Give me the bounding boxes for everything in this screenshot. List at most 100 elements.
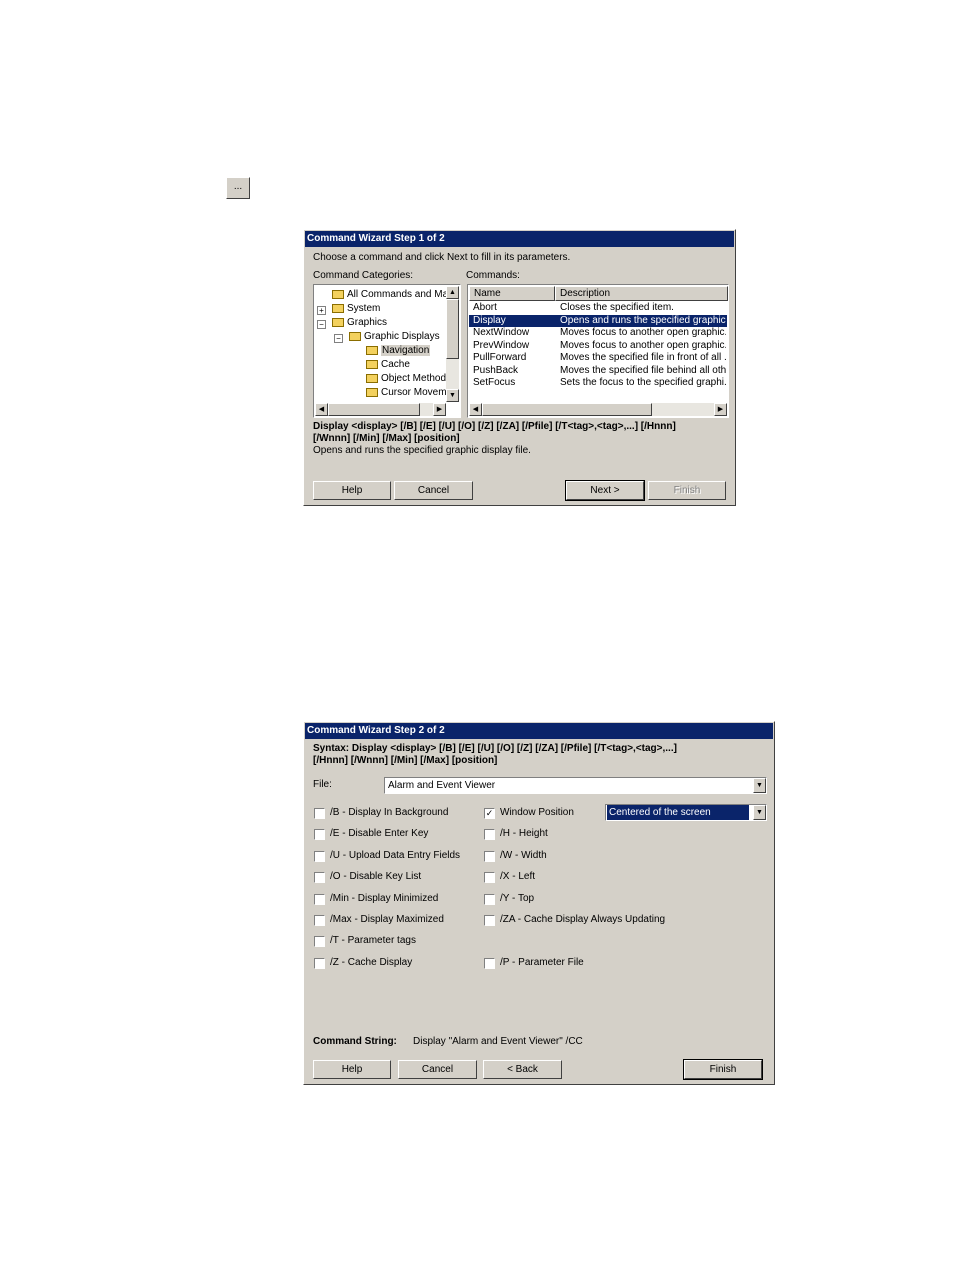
tree-item-object-method[interactable]: Object Method xyxy=(366,372,446,385)
command-string-label: Command String: xyxy=(313,1036,397,1047)
file-combobox[interactable]: Alarm and Event Viewer ▼ xyxy=(384,777,767,794)
category-tree[interactable]: All Commands and Mac + System − Graphics… xyxy=(313,284,461,418)
tree-item-system[interactable]: System xyxy=(332,302,380,315)
option-label: /Min - Display Minimized xyxy=(330,893,439,904)
command-name: PullForward xyxy=(473,352,527,363)
command-row[interactable]: NextWindow Moves focus to another open gr… xyxy=(469,327,727,339)
scroll-right-icon[interactable]: ▶ xyxy=(433,403,446,416)
checkbox[interactable] xyxy=(484,872,495,883)
dialog-title: Command Wizard Step 1 of 2 xyxy=(305,231,734,247)
command-row[interactable]: PullForward Moves the specified file in f… xyxy=(469,352,727,364)
syntax-line-1: Syntax: Display <display> [/B] [/E] [/U]… xyxy=(313,743,677,754)
categories-label: Command Categories: xyxy=(313,270,414,281)
scroll-right-icon[interactable]: ▶ xyxy=(714,403,727,416)
command-name: SetFocus xyxy=(473,377,516,388)
back-button[interactable]: < Back xyxy=(483,1060,562,1079)
option-label: /Z - Cache Display xyxy=(330,957,413,968)
window-position-value: Centered of the screen xyxy=(607,805,749,820)
collapse-icon[interactable]: − xyxy=(334,334,343,343)
option-label: Window Position xyxy=(500,807,574,818)
instruction-text: Choose a command and click Next to fill … xyxy=(313,252,571,263)
tree-item-navigation[interactable]: Navigation xyxy=(366,344,431,357)
syntax-line-1: Display <display> [/B] [/E] [/U] [/O] [/… xyxy=(313,421,676,432)
tree-item-graphics[interactable]: Graphics xyxy=(332,316,387,329)
browse-ellipsis-button[interactable]: ... xyxy=(226,177,250,199)
folder-icon xyxy=(332,303,344,313)
checkbox[interactable] xyxy=(314,894,325,905)
next-button[interactable]: Next > xyxy=(565,480,645,501)
option-label: /H - Height xyxy=(500,828,548,839)
window-position-combobox[interactable]: Centered of the screen ▼ xyxy=(605,804,767,821)
syntax-line-2: [/Hnnn] [/Wnnn] [/Min] [/Max] [position] xyxy=(313,755,498,766)
commands-hscroll-thumb[interactable] xyxy=(482,403,652,416)
open-folder-icon xyxy=(366,345,378,355)
command-wizard-step1-dialog: Command Wizard Step 1 of 2 Choose a comm… xyxy=(303,229,736,506)
cancel-button[interactable]: Cancel xyxy=(398,1060,477,1079)
command-string-value: Display "Alarm and Event Viewer" /CC xyxy=(413,1036,583,1047)
folder-icon xyxy=(332,289,344,299)
option-label: /X - Left xyxy=(500,871,536,882)
checkbox[interactable] xyxy=(314,915,325,926)
command-row[interactable]: PrevWindow Moves focus to another open gr… xyxy=(469,340,727,352)
command-name: NextWindow xyxy=(473,327,530,338)
checkbox[interactable] xyxy=(314,872,325,883)
folder-icon xyxy=(332,317,344,327)
column-header-name[interactable]: Name xyxy=(469,286,555,301)
tree-hscroll-thumb[interactable] xyxy=(328,403,420,416)
tree-item-all-commands[interactable]: All Commands and Mac xyxy=(332,288,453,301)
scroll-down-icon[interactable]: ▼ xyxy=(446,389,459,402)
option-label: /W - Width xyxy=(500,850,547,861)
cancel-button[interactable]: Cancel xyxy=(394,481,473,500)
command-row[interactable]: Abort Closes the specified item. xyxy=(469,302,727,314)
command-row[interactable]: SetFocus Sets the focus to the specified … xyxy=(469,377,727,389)
command-name: Abort xyxy=(473,302,497,313)
option-label: /E - Disable Enter Key xyxy=(330,828,429,839)
command-description: Moves focus to another open graphic... xyxy=(560,339,726,351)
checkbox[interactable] xyxy=(314,808,325,819)
finish-button[interactable]: Finish xyxy=(683,1059,763,1080)
scroll-up-icon[interactable]: ▲ xyxy=(446,286,459,299)
checkbox[interactable] xyxy=(314,936,325,947)
commands-list[interactable]: Name Description Abort Closes the specifi… xyxy=(467,284,729,418)
collapse-icon[interactable]: − xyxy=(317,320,326,329)
syntax-line-2: [/Wnnn] [/Min] [/Max] [position] xyxy=(313,433,460,444)
checkbox[interactable] xyxy=(484,829,495,840)
command-name: Display xyxy=(473,314,506,326)
command-wizard-step2-dialog: Command Wizard Step 2 of 2 Syntax: Displ… xyxy=(303,721,775,1085)
option-label: /O - Disable Key List xyxy=(330,871,422,882)
finish-button[interactable]: Finish xyxy=(648,481,726,500)
tree-item-cursor-movement[interactable]: Cursor Moveme xyxy=(366,386,452,399)
folder-icon xyxy=(366,387,378,397)
checkbox[interactable] xyxy=(314,958,325,969)
scroll-left-icon[interactable]: ◀ xyxy=(315,403,328,416)
tree-item-graphic-displays[interactable]: Graphic Displays xyxy=(349,330,440,343)
checkbox[interactable] xyxy=(314,851,325,862)
command-row[interactable]: PushBack Moves the specified file behind … xyxy=(469,365,727,377)
command-description: Opens and runs the specified graphic... xyxy=(560,314,726,326)
option-label: /T - Parameter tags xyxy=(330,935,416,946)
checkbox[interactable] xyxy=(484,894,495,905)
chevron-down-icon[interactable]: ▼ xyxy=(753,778,766,793)
tree-vscroll-thumb[interactable] xyxy=(446,299,459,359)
option-label: /Y - Top xyxy=(500,893,535,904)
command-description: Sets the focus to the specified graphi..… xyxy=(560,377,726,388)
expand-icon[interactable]: + xyxy=(317,306,326,315)
help-button[interactable]: Help xyxy=(313,1060,391,1079)
command-description: Opens and runs the specified graphic dis… xyxy=(313,445,531,456)
column-header-description[interactable]: Description xyxy=(555,286,728,301)
checkbox[interactable] xyxy=(484,915,495,926)
command-description: Closes the specified item. xyxy=(560,302,674,313)
help-button[interactable]: Help xyxy=(313,481,391,500)
tree-item-cache[interactable]: Cache xyxy=(366,358,410,371)
checkbox[interactable] xyxy=(484,958,495,969)
option-label: /ZA - Cache Display Always Updating xyxy=(500,914,666,925)
scroll-left-icon[interactable]: ◀ xyxy=(469,403,482,416)
checkbox-checked[interactable]: ✓ xyxy=(484,808,495,819)
chevron-down-icon[interactable]: ▼ xyxy=(753,805,766,820)
command-description: Moves the specified file behind all oth.… xyxy=(560,364,726,376)
command-row[interactable]: Display Opens and runs the specified grap… xyxy=(469,314,727,327)
checkbox[interactable] xyxy=(484,851,495,862)
command-name: PushBack xyxy=(473,364,519,376)
command-description: Moves the specified file in front of all… xyxy=(560,352,726,363)
checkbox[interactable] xyxy=(314,829,325,840)
